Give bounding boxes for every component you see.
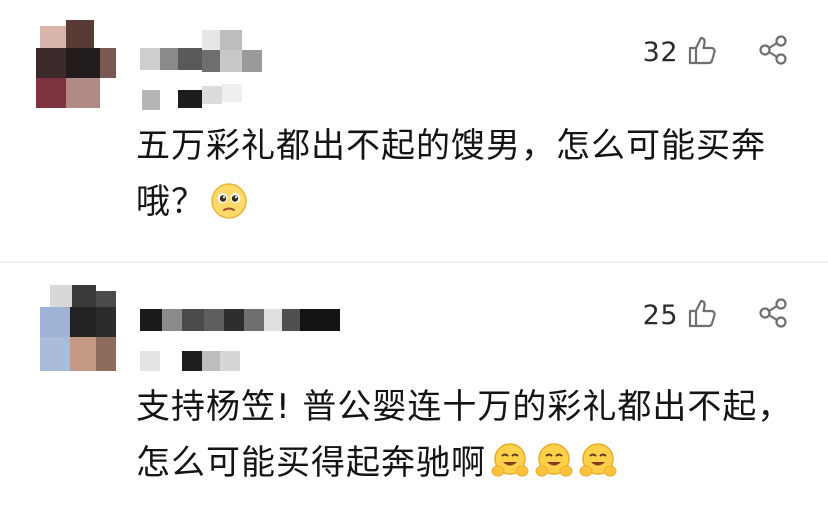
- pleading-face-emoji: [210, 181, 248, 237]
- comment-item: 32 五万彩礼都出不起的馊男，怎么可能买奔哦？: [0, 0, 828, 262]
- thumbs-up-icon[interactable]: [686, 297, 718, 333]
- username[interactable]: [140, 30, 265, 110]
- comment-body: 支持杨笠! 普公婴连十万的彩礼都出不起，怎么可能买得起奔驰啊: [136, 387, 793, 483]
- hugging-face-emoji: [534, 441, 574, 498]
- hugging-face-emoji: [490, 441, 530, 498]
- comment-item: 25 支持杨笠! 普公婴连十万的彩礼都出不起，怎么可能买得起奔驰啊: [0, 263, 828, 529]
- avatar[interactable]: [36, 20, 116, 110]
- share-icon[interactable]: [756, 33, 790, 71]
- comment-text: 支持杨笠! 普公婴连十万的彩礼都出不起，怎么可能买得起奔驰啊: [136, 379, 806, 498]
- thumbs-up-icon[interactable]: [686, 34, 718, 70]
- comment-actions: 25: [643, 295, 790, 335]
- comment-text: 五万彩礼都出不起的馊男，怎么可能买奔哦？: [136, 118, 806, 237]
- like-count: 25: [642, 299, 678, 331]
- hugging-face-emoji: [578, 441, 618, 498]
- comment-actions: 32: [643, 32, 790, 72]
- like-count: 32: [642, 36, 678, 68]
- share-icon[interactable]: [756, 296, 790, 334]
- avatar[interactable]: [36, 285, 116, 375]
- username[interactable]: [140, 309, 345, 373]
